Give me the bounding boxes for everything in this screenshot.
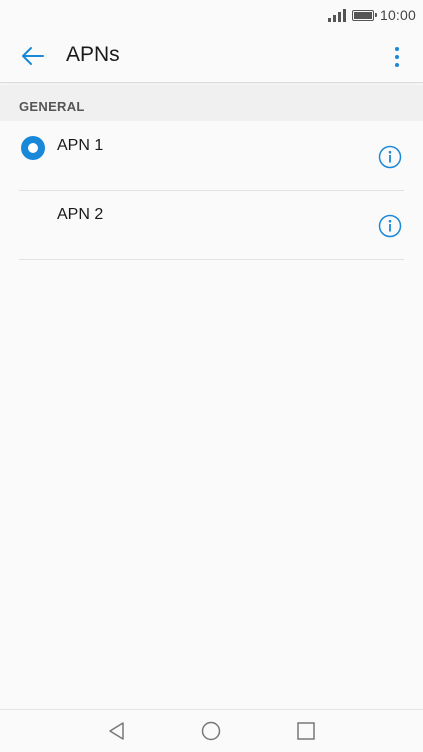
arrow-back-icon — [22, 47, 44, 65]
app-bar: APNs — [0, 30, 423, 83]
apn-list-item[interactable]: APN 2 — [0, 191, 423, 260]
section-label: GENERAL — [19, 99, 85, 114]
info-icon[interactable] — [378, 145, 402, 169]
section-header: GENERAL — [0, 85, 423, 121]
apn-name: APN 2 — [57, 206, 104, 223]
more-vert-icon — [395, 47, 399, 51]
status-bar: 10:00 — [0, 0, 423, 30]
cell-signal-icon — [327, 8, 346, 22]
battery-full-icon — [351, 9, 377, 21]
nav-back-icon[interactable] — [107, 721, 127, 741]
apn-list-item[interactable]: APN 1 — [0, 122, 423, 191]
status-clock: 10:00 — [379, 7, 416, 23]
back-button[interactable] — [18, 41, 48, 71]
navigation-bar — [0, 709, 423, 752]
divider — [19, 259, 404, 260]
more-options-button[interactable] — [385, 42, 409, 72]
apn-name: APN 1 — [57, 137, 104, 154]
nav-home-icon[interactable] — [201, 721, 221, 741]
info-icon[interactable] — [378, 214, 402, 238]
status-icons: 10:00 — [327, 7, 416, 23]
page-title: APNs — [66, 43, 120, 66]
nav-recents-icon[interactable] — [296, 721, 316, 741]
radio-selected-icon[interactable] — [21, 136, 45, 160]
